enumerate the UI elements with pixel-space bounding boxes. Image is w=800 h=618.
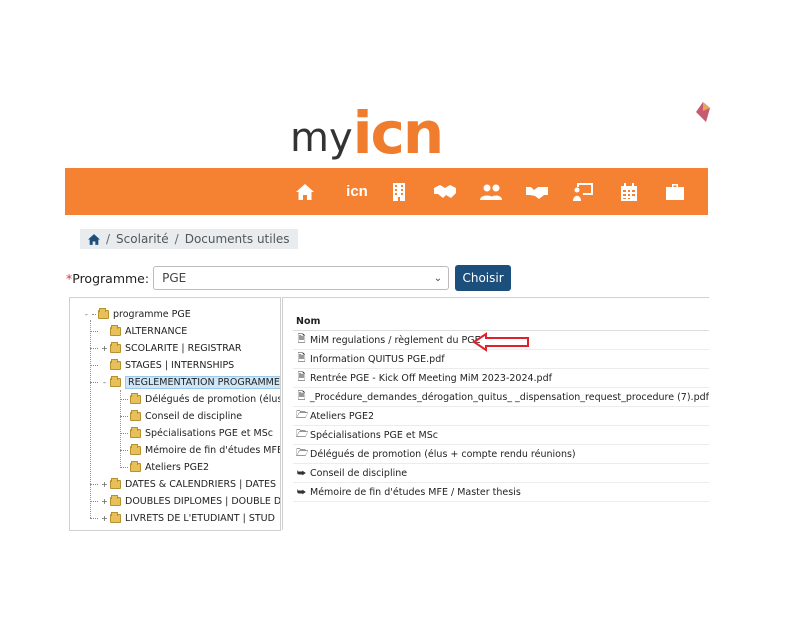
file-row[interactable]: 🗎 Rentrée PGE - Kick Off Meeting MiM 2023…	[293, 369, 709, 388]
breadcrumb-scolarite[interactable]: Scolarité	[116, 232, 169, 246]
folder-open-icon: 🗁	[296, 447, 309, 459]
home-icon[interactable]	[293, 180, 317, 204]
document-icon: 🗎	[297, 333, 306, 345]
tree-subitem[interactable]: Conseil de discipline	[120, 408, 242, 424]
breadcrumb-documents-utiles: Documents utiles	[184, 232, 290, 246]
folder-row[interactable]: 🗁 Spécialisations PGE et MSc	[293, 426, 709, 445]
choisir-button[interactable]: Choisir	[455, 265, 512, 291]
folder-icon	[110, 358, 121, 370]
file-table-header[interactable]: Nom	[293, 312, 709, 331]
programme-select[interactable]: PGE ⌄	[153, 266, 450, 290]
tree-subitem[interactable]: Spécialisations PGE et MSc	[120, 425, 273, 441]
tree-root[interactable]: - programme PGE	[82, 306, 191, 322]
nav-icn-link[interactable]: icn	[339, 180, 375, 204]
myicn-logo[interactable]: my icn	[290, 98, 445, 167]
folder-icon	[130, 460, 141, 472]
programme-label: *Programme:	[66, 270, 150, 286]
folder-tree: - programme PGE ALTERNANCE + SCOLARITE |…	[69, 297, 281, 531]
tree-item[interactable]: + DATES & CALENDRIERS | DATES	[90, 476, 276, 492]
chevron-down-icon: ⌄	[433, 272, 443, 284]
folder-row[interactable]: 🗁 Délégués de promotion (élus + compte re…	[293, 445, 709, 464]
file-row[interactable]: 🗎 _Procédure_demandes_dérogation_quitus_ …	[293, 388, 709, 407]
corner-logo-icon	[696, 102, 710, 122]
document-icon: 🗎	[297, 390, 306, 402]
breadcrumb: / Scolarité / Documents utiles	[80, 229, 298, 249]
breadcrumb-separator: /	[106, 232, 111, 246]
handshake-group-icon[interactable]	[525, 180, 549, 204]
programme-row: *Programme: PGE ⌄ Choisir	[66, 264, 512, 292]
folder-icon	[110, 494, 121, 506]
tree-subitem[interactable]: Mémoire de fin d'études MFE	[120, 442, 280, 458]
folder-open-icon: 🗁	[296, 428, 309, 440]
folder-icon	[130, 392, 141, 404]
folder-icon	[110, 341, 121, 353]
tree-subitem[interactable]: Ateliers PGE2	[120, 459, 209, 475]
users-icon[interactable]	[479, 180, 503, 204]
tree-item[interactable]: + SCOLARITE | REGISTRAR	[90, 340, 242, 356]
logo-my: my	[290, 115, 353, 161]
tree-item[interactable]: ALTERNANCE	[90, 323, 187, 339]
red-arrow-annotation-icon	[472, 332, 529, 352]
home-icon[interactable]	[88, 233, 100, 245]
shortcut-row[interactable]: ⮩ Mémoire de fin d'études MFE / Master th…	[293, 483, 709, 502]
file-row[interactable]: 🗎 Information QUITUS PGE.pdf	[293, 350, 709, 369]
folder-icon	[130, 409, 141, 421]
folder-icon	[130, 426, 141, 438]
logo-icn: icn	[352, 99, 445, 167]
folder-icon	[110, 324, 121, 336]
folder-icon	[110, 511, 121, 523]
briefcase-icon[interactable]	[663, 180, 687, 204]
presentation-icon[interactable]	[571, 180, 595, 204]
folder-icon	[98, 307, 109, 319]
main-navbar: icn	[65, 168, 708, 215]
share-icon: ⮩	[296, 486, 307, 498]
folder-icon	[110, 477, 121, 489]
tree-root-label: programme PGE	[113, 308, 191, 320]
breadcrumb-separator: /	[174, 232, 179, 246]
shortcut-row[interactable]: ⮩ Conseil de discipline	[293, 464, 709, 483]
tree-item-selected[interactable]: - REGLEMENTATION PROGRAMME	[90, 374, 280, 390]
tree-subitem[interactable]: Délégués de promotion (élus	[120, 391, 280, 407]
document-icon: 🗎	[297, 352, 306, 364]
tree-item[interactable]: + LIVRETS DE L'ETUDIANT | STUD	[90, 510, 275, 526]
folder-icon	[110, 375, 121, 387]
folder-icon	[130, 443, 141, 455]
handshake-icon[interactable]	[433, 180, 457, 204]
programme-selected-value: PGE	[162, 271, 187, 285]
folder-row[interactable]: 🗁 Ateliers PGE2	[293, 407, 709, 426]
calendar-icon[interactable]	[617, 180, 641, 204]
document-icon: 🗎	[297, 371, 306, 383]
building-icon[interactable]	[387, 180, 411, 204]
tree-item[interactable]: STAGES | INTERNSHIPS	[90, 357, 234, 373]
tree-item[interactable]: + DOUBLES DIPLOMES | DOUBLE D	[90, 493, 280, 509]
folder-open-icon: 🗁	[296, 409, 309, 421]
share-icon: ⮩	[296, 467, 307, 479]
